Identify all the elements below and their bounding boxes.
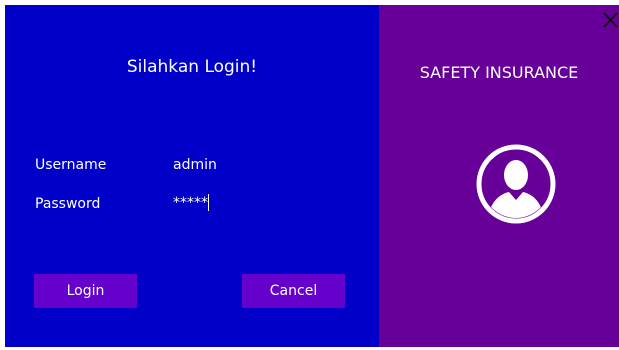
username-field[interactable]: admin (173, 157, 323, 173)
user-avatar-icon (476, 144, 556, 224)
brand-panel: SAFETY INSURANCE (379, 5, 619, 347)
login-heading: Silahkan Login! (126, 57, 258, 77)
username-label: Username (35, 157, 107, 173)
login-panel: Silahkan Login! Username admin Password … (5, 5, 379, 347)
login-window: Silahkan Login! Username admin Password … (5, 5, 619, 347)
password-label: Password (35, 196, 101, 212)
close-icon[interactable] (601, 11, 619, 29)
text-caret (208, 194, 209, 211)
login-button[interactable]: Login (34, 274, 137, 308)
cancel-button[interactable]: Cancel (242, 274, 345, 308)
password-masked-value: ***** (173, 195, 208, 211)
password-field[interactable]: ***** (173, 194, 323, 211)
brand-title: SAFETY INSURANCE (419, 63, 579, 82)
